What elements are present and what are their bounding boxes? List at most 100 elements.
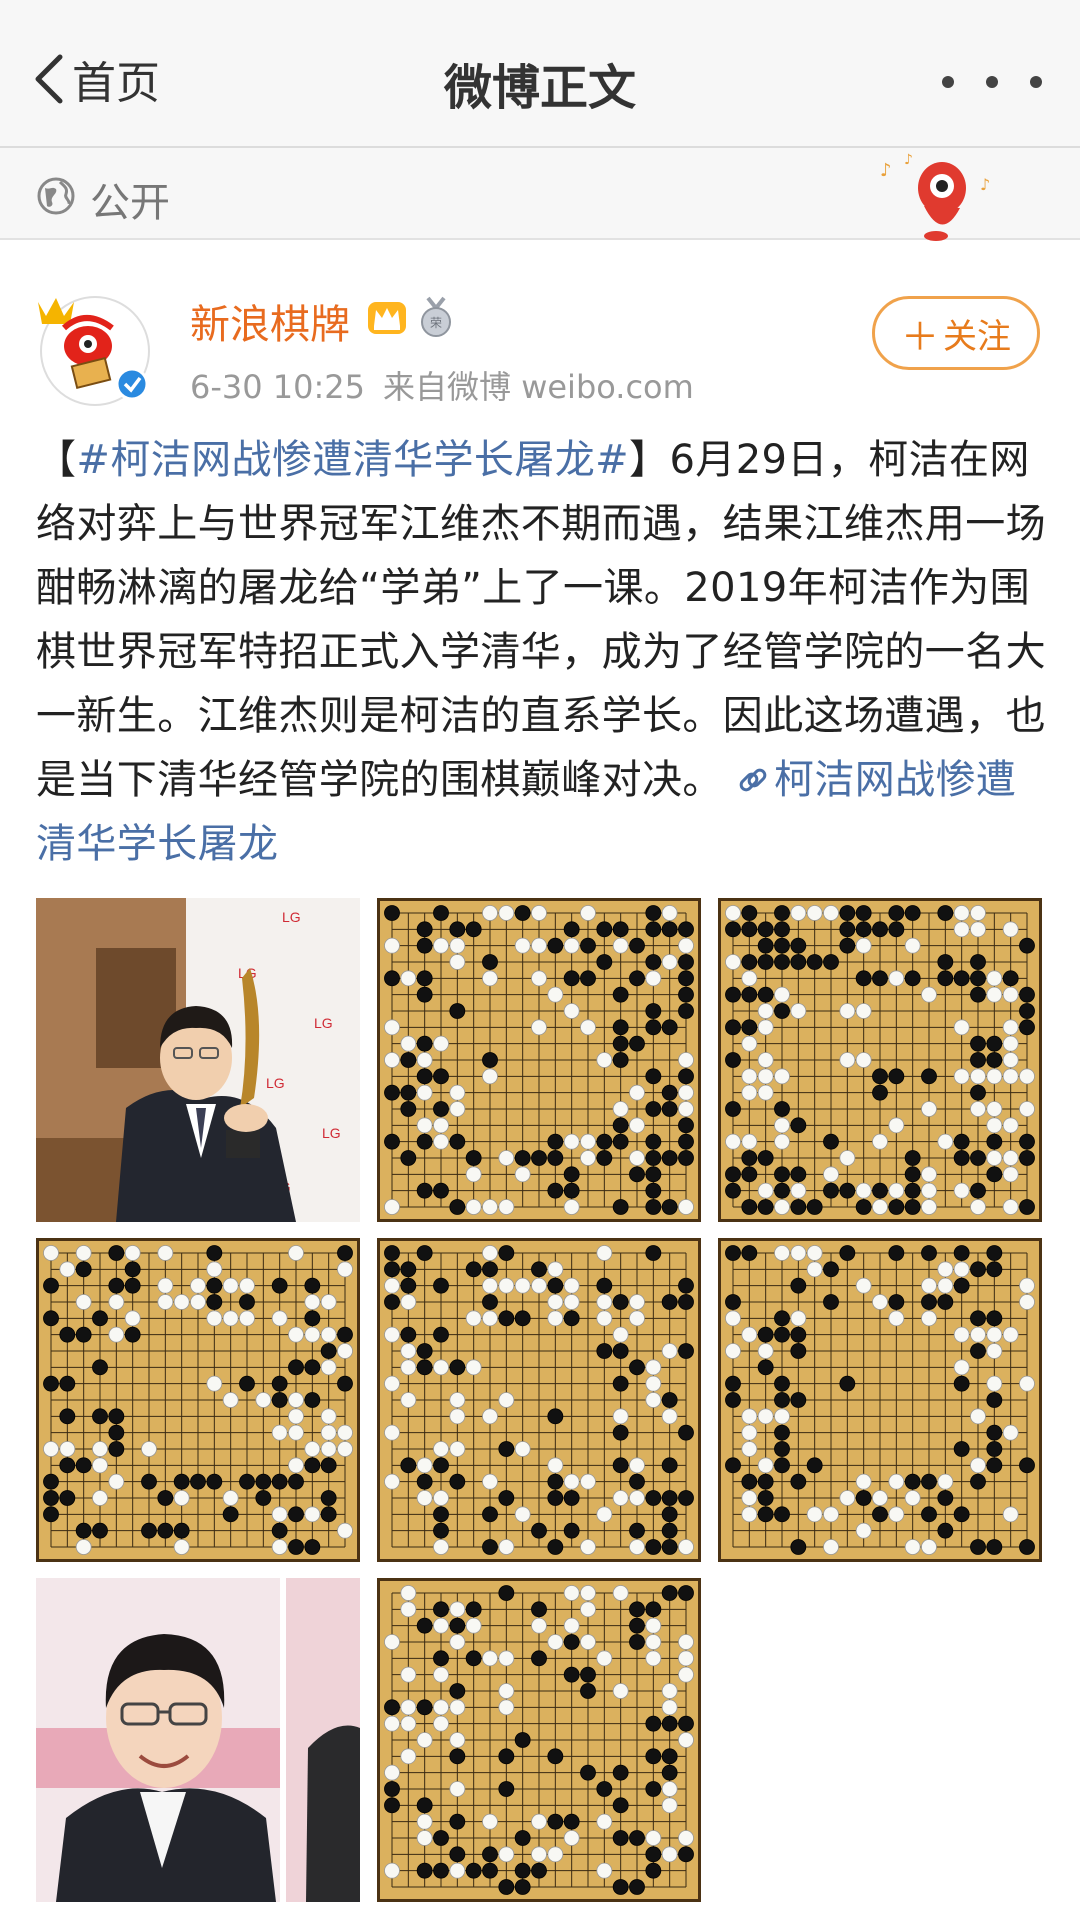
black-stone — [953, 1150, 970, 1166]
black-stone — [514, 1862, 531, 1879]
white-stone — [416, 1117, 433, 1134]
author-name[interactable]: 新浪棋牌 — [190, 292, 350, 350]
black-stone — [92, 1310, 108, 1327]
go-board-1[interactable] — [377, 898, 701, 1222]
black-stone — [823, 1294, 839, 1310]
white-stone — [757, 1084, 774, 1101]
more-button[interactable] — [942, 62, 1042, 102]
black-stone — [661, 1101, 678, 1117]
black-stone — [612, 921, 629, 938]
white-stone — [839, 1003, 856, 1019]
black-stone — [1019, 986, 1035, 1003]
white-stone — [482, 1199, 498, 1215]
white-stone — [222, 1490, 239, 1506]
black-stone — [612, 1052, 629, 1068]
black-stone — [790, 1277, 807, 1294]
black-stone — [629, 1522, 645, 1539]
white-stone — [1002, 1166, 1019, 1183]
black-stone — [953, 1506, 970, 1523]
black-stone — [563, 921, 580, 938]
white-stone — [384, 1715, 400, 1732]
black-stone — [855, 970, 872, 987]
black-stone — [661, 921, 678, 938]
black-stone — [629, 1359, 645, 1376]
white-stone — [855, 937, 872, 954]
black-stone — [904, 1166, 921, 1183]
svg-text:LG: LG — [314, 1015, 333, 1031]
black-stone — [921, 1473, 937, 1490]
follow-button[interactable]: ＋ 关注 — [872, 296, 1040, 370]
white-stone — [482, 1408, 498, 1425]
black-stone — [563, 1182, 580, 1199]
black-stone — [953, 1133, 970, 1150]
black-stone — [498, 1781, 515, 1797]
black-stone — [725, 1245, 741, 1261]
go-board-4[interactable] — [377, 1238, 701, 1562]
black-stone — [75, 1522, 92, 1539]
white-stone — [970, 1326, 986, 1343]
black-stone — [790, 1166, 807, 1183]
black-stone — [823, 954, 839, 970]
go-board-2[interactable] — [718, 898, 1042, 1222]
player-portrait-photo[interactable] — [36, 1578, 360, 1902]
white-stone — [790, 1245, 807, 1261]
white-stone — [596, 1862, 613, 1879]
black-stone — [433, 1182, 449, 1199]
white-stone — [888, 970, 905, 987]
black-stone — [416, 1473, 433, 1490]
black-stone — [304, 1539, 321, 1555]
black-stone — [433, 1862, 449, 1879]
go-board-3[interactable] — [36, 1238, 360, 1562]
white-stone — [970, 1068, 986, 1085]
globe-icon — [37, 177, 75, 215]
white-stone — [580, 1150, 596, 1166]
black-stone — [937, 1294, 954, 1310]
black-stone — [498, 1879, 515, 1895]
black-stone — [498, 1441, 515, 1457]
black-stone — [596, 954, 613, 970]
black-stone — [645, 1150, 662, 1166]
black-stone — [774, 1003, 790, 1019]
black-stone — [970, 1343, 986, 1359]
black-stone — [449, 1846, 466, 1863]
black-stone — [547, 1748, 564, 1765]
white-stone — [612, 1490, 629, 1506]
medal-icon[interactable]: 荣 — [416, 296, 456, 338]
black-stone — [970, 1084, 986, 1101]
black-stone — [384, 1084, 400, 1101]
go-board-6[interactable] — [377, 1578, 701, 1902]
black-stone — [645, 1166, 662, 1183]
white-stone — [304, 1326, 321, 1343]
back-button[interactable]: 首页 — [30, 44, 160, 114]
white-stone — [904, 1539, 921, 1555]
white-stone — [1019, 1101, 1035, 1117]
black-stone — [757, 1326, 774, 1343]
white-stone — [678, 1052, 694, 1068]
black-stone — [384, 1294, 400, 1310]
go-board-5[interactable] — [718, 1238, 1042, 1562]
white-stone — [774, 1199, 790, 1215]
player-trophy-photo[interactable]: LGLGLG LGLGLG — [36, 898, 360, 1222]
black-stone — [1019, 1003, 1035, 1019]
black-stone — [774, 1326, 790, 1343]
black-stone — [629, 1830, 645, 1846]
black-stone — [157, 1490, 174, 1506]
white-stone — [953, 1261, 970, 1278]
white-stone — [92, 1457, 108, 1474]
black-stone — [823, 1133, 839, 1150]
white-stone — [937, 1277, 954, 1294]
white-stone — [433, 1699, 449, 1716]
black-stone — [416, 986, 433, 1003]
crown-icon[interactable] — [366, 296, 408, 338]
hashtag-link[interactable]: #柯洁网战惨遭清华学长屠龙# — [76, 437, 629, 483]
white-stone — [288, 1457, 304, 1474]
white-stone — [449, 937, 466, 954]
white-stone — [482, 1277, 498, 1294]
black-stone — [872, 970, 888, 987]
black-stone — [482, 1052, 498, 1068]
white-stone — [465, 1310, 482, 1327]
black-stone — [904, 1182, 921, 1199]
white-stone — [433, 1539, 449, 1555]
avatar[interactable] — [36, 288, 154, 406]
white-stone — [92, 1490, 108, 1506]
